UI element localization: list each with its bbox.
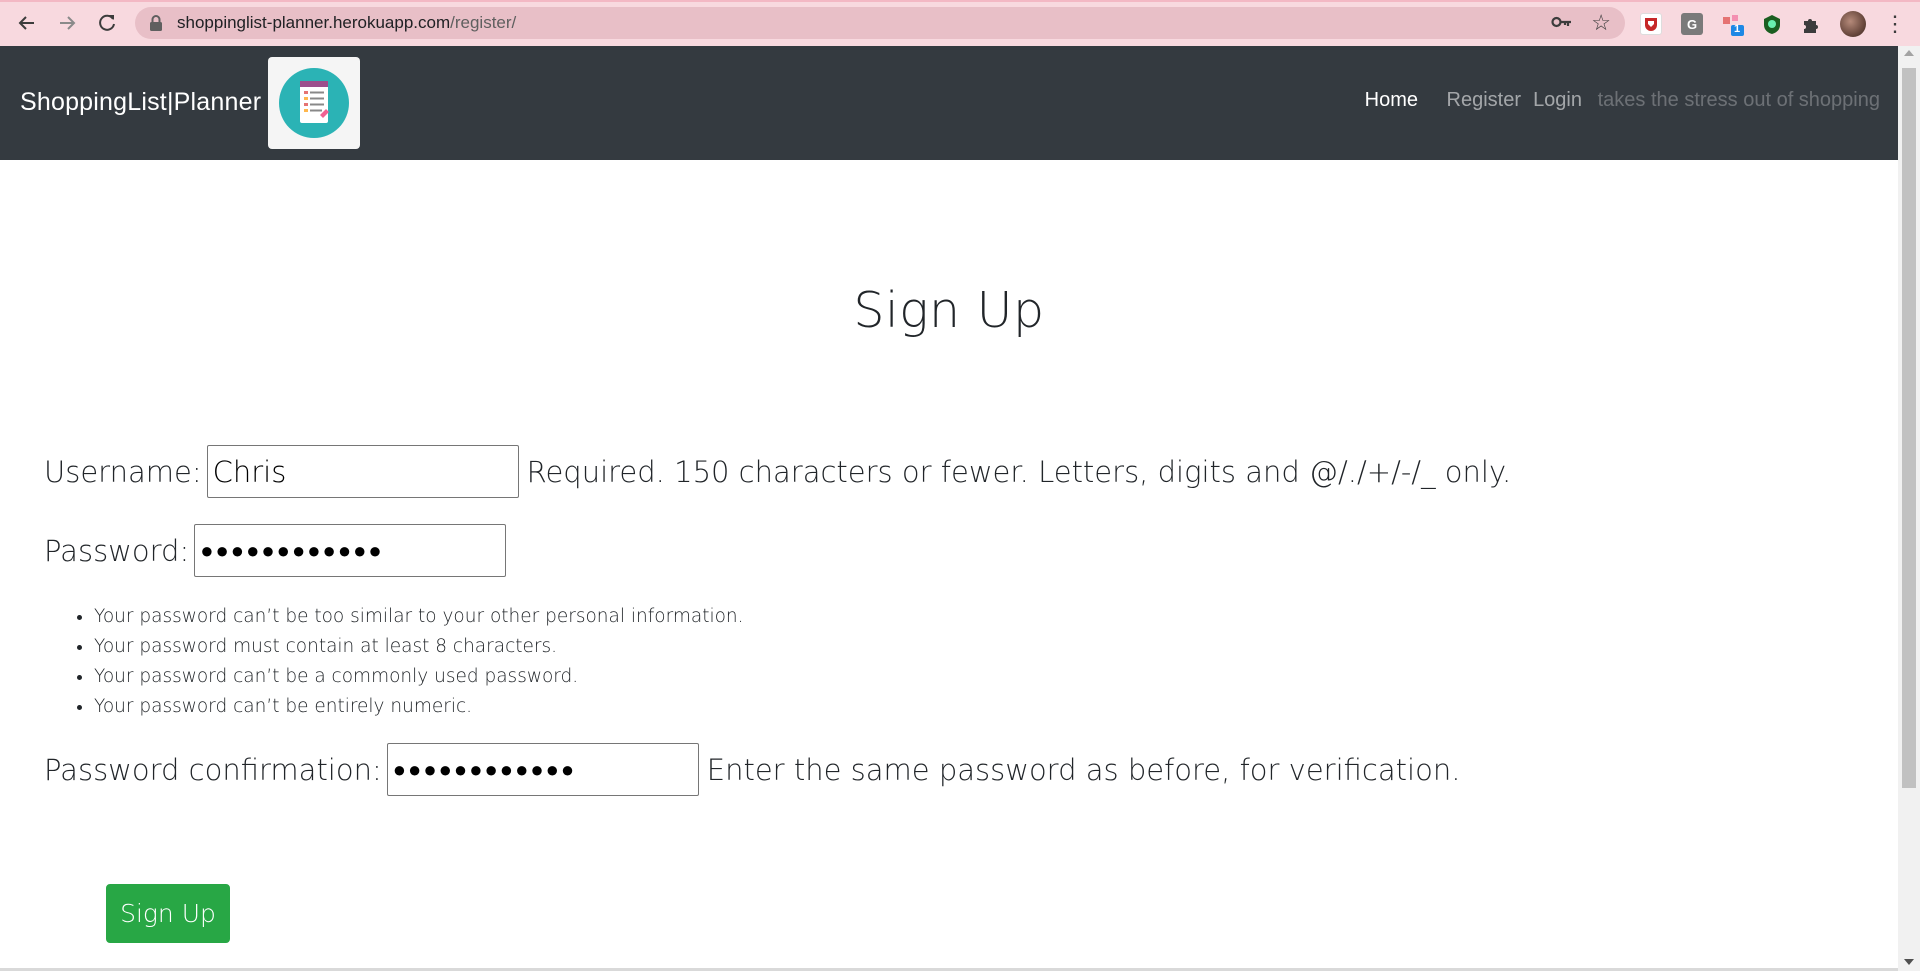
list-item: Your password must contain at least 8 ch…: [94, 632, 744, 662]
nav-home[interactable]: Home: [1365, 89, 1418, 112]
password-confirmation-help-text: Enter the same password as before, for v…: [706, 752, 1461, 787]
url-host: shoppinglist-planner.herokuapp.com: [177, 13, 451, 32]
list-item: Your password can’t be a commonly used p…: [94, 662, 744, 692]
main-content: Sign Up Username: Chris Required. 150 ch…: [0, 160, 1898, 971]
password-input[interactable]: ●●●●●●●●●●●●: [194, 524, 507, 577]
nav-register[interactable]: Register: [1447, 89, 1521, 112]
nav-login[interactable]: Login: [1533, 89, 1582, 112]
password-label: Password:: [44, 533, 190, 568]
logo-circle: [279, 68, 349, 138]
scroll-down-arrow-icon[interactable]: [1904, 959, 1914, 965]
browser-toolbar: shoppinglist-planner.herokuapp.com/regis…: [0, 0, 1920, 46]
extension-badge: 1: [1734, 23, 1741, 35]
puzzle-icon[interactable]: [1801, 13, 1823, 35]
page-scrollbar[interactable]: [1898, 46, 1920, 971]
username-input[interactable]: Chris: [206, 445, 519, 498]
url-path: /register/: [450, 13, 517, 32]
list-item: Your password can’t be too similar to yo…: [94, 602, 744, 632]
logo[interactable]: [268, 57, 360, 149]
sign-up-button[interactable]: Sign Up: [106, 884, 230, 943]
reload-icon[interactable]: [92, 8, 122, 38]
password-row: Password: ●●●●●●●●●●●●: [44, 524, 507, 577]
forward-icon[interactable]: [52, 8, 82, 38]
password-rules-list: Your password can’t be too similar to yo…: [48, 602, 744, 722]
shopping-list-icon: [300, 81, 329, 123]
page-title: Sign Up: [853, 282, 1045, 339]
username-label: Username:: [44, 454, 202, 489]
shield-extension-icon[interactable]: [1640, 13, 1662, 35]
network-extension-icon[interactable]: 1: [1721, 13, 1744, 36]
username-help-text: Required. 150 characters or fewer. Lette…: [526, 454, 1512, 489]
navbar-tagline: takes the stress out of shopping: [1597, 89, 1880, 111]
g-extension-icon[interactable]: G: [1681, 13, 1703, 35]
ghostery-extension-icon[interactable]: [1761, 13, 1783, 35]
lock-icon[interactable]: [149, 15, 165, 31]
scrollbar-thumb[interactable]: [1902, 68, 1916, 788]
password-confirmation-label: Password confirmation:: [44, 752, 382, 787]
password-confirmation-row: Password confirmation: ●●●●●●●●●●●● Ente…: [44, 743, 1460, 796]
g-extension-label: G: [1686, 16, 1698, 32]
username-row: Username: Chris Required. 150 characters…: [44, 445, 1511, 498]
key-icon[interactable]: [1551, 14, 1573, 32]
list-item: Your password can’t be entirely numeric.: [94, 692, 744, 722]
back-icon[interactable]: [12, 8, 42, 38]
scroll-up-arrow-icon[interactable]: [1904, 50, 1914, 56]
password-confirmation-input[interactable]: ●●●●●●●●●●●●: [386, 743, 699, 796]
profile-avatar[interactable]: [1840, 11, 1866, 37]
url-text: shoppinglist-planner.herokuapp.com/regis…: [177, 13, 516, 33]
site-navbar: ShoppingList|Planner Home Register Login…: [0, 46, 1898, 160]
kebab-menu-icon[interactable]: ⋮: [1884, 9, 1906, 39]
address-bar[interactable]: shoppinglist-planner.herokuapp.com/regis…: [135, 7, 1625, 39]
brand-link[interactable]: ShoppingList|Planner: [20, 88, 261, 117]
star-icon[interactable]: ☆: [1591, 10, 1611, 36]
